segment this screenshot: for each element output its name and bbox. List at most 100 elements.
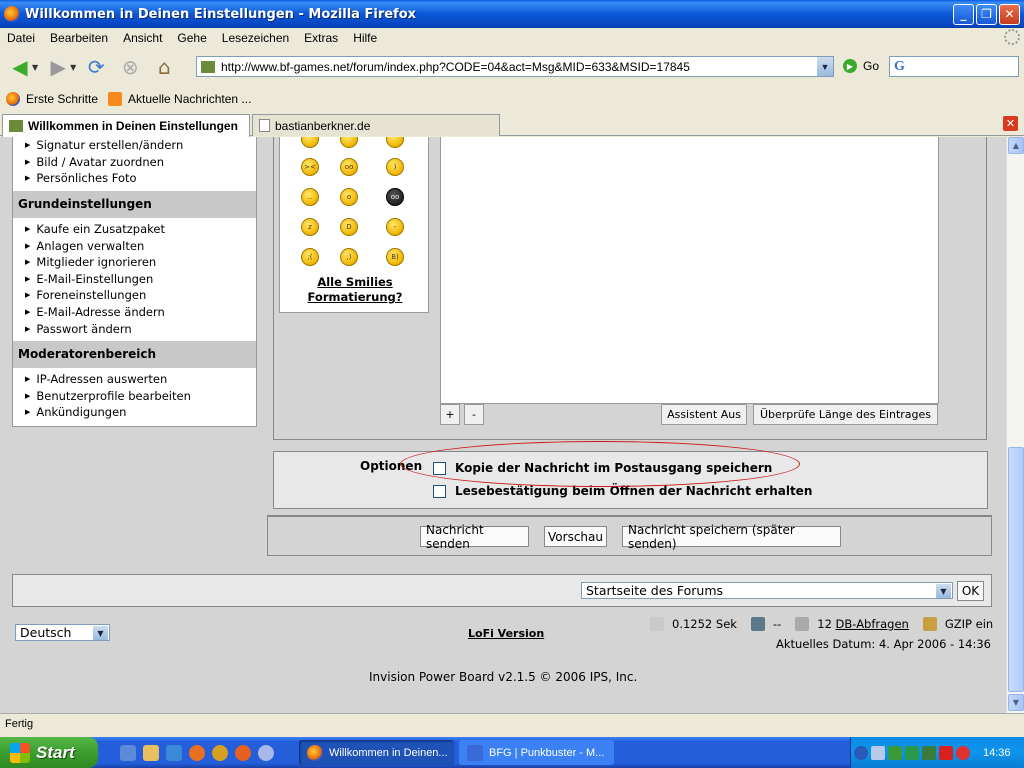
google-search-icon[interactable]: G — [894, 59, 905, 75]
clock[interactable]: 14:36 — [983, 747, 1011, 759]
angry-smilie-icon[interactable]: >< — [301, 158, 319, 176]
throbber-icon — [1004, 29, 1020, 45]
menu-link[interactable]: ▶ Persönliches Foto — [13, 170, 256, 187]
menu-hilfe[interactable]: Hilfe — [346, 31, 385, 45]
url-dropdown-icon[interactable]: ▼ — [817, 57, 833, 76]
firefox-icon — [4, 6, 20, 22]
menu-link[interactable]: ▶ E-Mail-Einstellungen — [13, 271, 256, 288]
crying-smilie-icon[interactable]: ;( — [301, 248, 319, 266]
smilie-icon[interactable] — [386, 137, 404, 148]
menu-link[interactable]: ▶ Kaufe ein Zusatzpaket — [13, 221, 256, 238]
thinking-smilie-icon[interactable]: .. — [301, 188, 319, 206]
back-dropdown-icon[interactable]: ▼ — [32, 63, 38, 72]
all-smilies-link[interactable]: Alle Smilies — [280, 275, 430, 290]
menu-link[interactable]: ▶ Foreneinstellungen — [13, 287, 256, 304]
preview-button[interactable]: Vorschau — [544, 526, 607, 547]
quicklaunch-icon[interactable] — [212, 745, 228, 761]
menu-ansicht[interactable]: Ansicht — [116, 31, 170, 45]
internet-explorer-icon[interactable] — [166, 745, 182, 761]
formatting-link[interactable]: Formatierung? — [280, 290, 430, 305]
minimize-button[interactable]: _ — [953, 3, 974, 25]
menu-link[interactable]: ▶ Ankündigungen — [13, 404, 256, 421]
menu-link[interactable]: ▶ IP-Adressen auswerten — [13, 371, 256, 388]
network-icon[interactable] — [871, 745, 885, 760]
bookmark-erste-schritte[interactable]: Erste Schritte — [6, 92, 98, 106]
window-titlebar[interactable]: Willkommen in Deinen Einstellungen - Moz… — [0, 0, 1024, 28]
chevron-down-icon[interactable]: ▼ — [93, 626, 108, 640]
menu-link[interactable]: ▶ Passwort ändern — [13, 320, 256, 337]
clock-icon — [650, 617, 664, 631]
tray-expand-icon[interactable] — [854, 745, 868, 760]
menu-lesezeichen[interactable]: Lesezeichen — [215, 31, 297, 45]
menu-bearbeiten[interactable]: Bearbeiten — [43, 31, 116, 45]
assistant-off-button[interactable]: Assistent Aus — [661, 404, 747, 425]
vertical-scrollbar[interactable]: ▲ ▼ — [1006, 137, 1024, 713]
confused-smilie-icon[interactable]: oo — [340, 158, 358, 176]
url-text[interactable]: http://www.bf-games.net/forum/index.php?… — [221, 60, 817, 74]
surprised-smilie-icon[interactable]: o — [340, 188, 358, 206]
scroll-up-icon[interactable]: ▲ — [1008, 137, 1024, 154]
go-button[interactable]: ▶ Go — [843, 59, 879, 73]
taskbar-item-bfg[interactable]: BFG | Punkbuster - M... — [459, 740, 614, 765]
check-length-button[interactable]: Überprüfe Länge des Eintrages — [753, 404, 938, 425]
stop-icon[interactable]: ⊗ — [116, 53, 144, 81]
save-message-button[interactable]: Nachricht speichern (später senden) — [622, 523, 841, 551]
forward-arrow-icon[interactable]: ▶ — [44, 53, 72, 81]
reload-icon[interactable]: ⟳ — [82, 53, 110, 81]
media-player-icon[interactable] — [258, 745, 274, 761]
send-message-button[interactable]: Nachricht senden — [420, 523, 529, 551]
menu-link[interactable]: ▶ Signatur erstellen/ändern — [13, 137, 256, 154]
enlarge-editor-button[interactable]: + — [440, 404, 460, 425]
menu-link[interactable]: ▶ Benutzerprofile bearbeiten — [13, 388, 256, 405]
lofi-version-link[interactable]: LoFi Version — [468, 627, 544, 640]
taskbar-item-firefox[interactable]: Willkommen in Deinen... — [299, 740, 454, 765]
menu-link[interactable]: ▶ Mitglieder ignorieren — [13, 254, 256, 271]
language-select[interactable]: Deutsch ▼ — [15, 624, 110, 641]
shield-icon[interactable] — [956, 745, 970, 760]
close-button[interactable]: ✕ — [999, 3, 1020, 25]
laughing-smilie-icon[interactable]: D — [340, 218, 358, 236]
shrink-editor-button[interactable]: - — [464, 404, 484, 425]
quicklaunch-icon[interactable] — [235, 745, 251, 761]
wink-smilie-icon[interactable]: ;) — [340, 248, 358, 266]
firefox-icon[interactable] — [189, 745, 205, 761]
tab-bastianberkner[interactable]: bastianberkner.de — [252, 114, 500, 136]
kaspersky-icon[interactable] — [939, 745, 953, 760]
maximize-button[interactable]: ❐ — [976, 3, 997, 25]
tray-app-icon[interactable] — [888, 745, 902, 760]
url-bar[interactable]: http://www.bf-games.net/forum/index.php?… — [196, 56, 834, 77]
back-arrow-icon[interactable]: ◀ — [6, 53, 34, 81]
menu-extras[interactable]: Extras — [297, 31, 346, 45]
forward-dropdown-icon[interactable]: ▼ — [70, 63, 76, 72]
read-receipt-checkbox[interactable] — [433, 484, 446, 498]
sleepy-smilie-icon[interactable]: z — [301, 218, 319, 236]
start-button[interactable]: Start — [0, 737, 98, 768]
checkmark-icon[interactable] — [905, 745, 919, 760]
tab-einstellungen[interactable]: Willkommen in Deinen Einstellungen — [2, 114, 250, 137]
folder-icon[interactable] — [143, 745, 159, 761]
smilie-icon[interactable] — [340, 137, 358, 148]
scroll-down-icon[interactable]: ▼ — [1008, 694, 1024, 711]
menu-gehe[interactable]: Gehe — [170, 31, 214, 45]
listening-smilie-icon[interactable]: ) — [386, 158, 404, 176]
forum-jump-select[interactable]: Startseite des Forums ▼ — [581, 582, 953, 599]
chevron-down-icon[interactable]: ▼ — [936, 584, 951, 598]
quicklaunch-icon[interactable] — [120, 745, 136, 761]
menu-link[interactable]: ▶ E-Mail-Adresse ändern — [13, 304, 256, 321]
menu-link[interactable]: ▶ Bild / Avatar zuordnen — [13, 154, 256, 171]
message-textarea[interactable] — [440, 137, 939, 404]
scroll-thumb[interactable] — [1008, 447, 1024, 692]
bookmark-aktuelle-nachrichten[interactable]: Aktuelle Nachrichten ... — [108, 92, 251, 106]
db-queries-link[interactable]: DB-Abfragen — [836, 617, 909, 631]
neutral-smilie-icon[interactable]: - — [386, 218, 404, 236]
close-tab-icon[interactable]: ✕ — [1003, 116, 1018, 131]
home-icon[interactable]: ⌂ — [150, 53, 178, 81]
cool-smilie-icon[interactable]: B) — [386, 248, 404, 266]
menu-datei[interactable]: Datei — [0, 31, 43, 45]
smilie-icon[interactable] — [301, 137, 319, 148]
forum-jump-ok-button[interactable]: OK — [957, 581, 984, 601]
search-input[interactable]: G — [889, 56, 1019, 77]
menu-link[interactable]: ▶ Anlagen verwalten — [13, 237, 256, 254]
tray-app-icon[interactable] — [922, 745, 936, 760]
ninja-smilie-icon[interactable]: oo — [386, 188, 404, 206]
